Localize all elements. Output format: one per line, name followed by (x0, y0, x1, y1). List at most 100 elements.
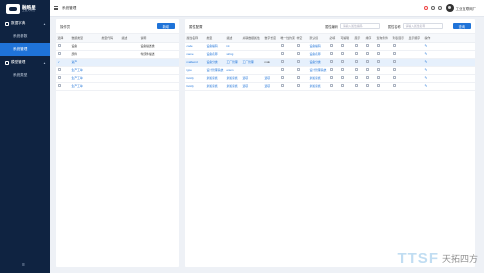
notnull-checkbox[interactable] (296, 44, 300, 47)
row-checkbox[interactable] (57, 52, 61, 55)
help-icon[interactable] (437, 6, 442, 10)
table-row[interactable]: 生产工单 (56, 82, 179, 91)
unique-checkbox[interactable] (280, 68, 284, 71)
table-row[interactable]: 部件 零部件描述 (56, 50, 179, 59)
display-checkbox[interactable] (354, 60, 358, 63)
column-header[interactable]: 默认值 (308, 34, 328, 43)
sort-checkbox[interactable] (365, 52, 369, 55)
column-header[interactable]: 类型代码 (100, 34, 120, 43)
query-checkbox[interactable] (376, 84, 380, 87)
list-checkbox[interactable] (392, 84, 396, 87)
nav-group-model-management[interactable]: 模型管理 ▲ (0, 56, 50, 69)
list-checkbox[interactable] (392, 44, 396, 47)
sort-checkbox[interactable] (365, 68, 369, 71)
required-checkbox[interactable] (329, 76, 333, 79)
column-header[interactable]: 必填 (328, 34, 339, 43)
table-row[interactable]: 生产工单 (56, 74, 179, 83)
display-checkbox[interactable] (354, 76, 358, 79)
edit-icon[interactable]: ✎ (425, 60, 428, 64)
table-row[interactable]: type 设计管理系统 enum 设计管理系统 ✎ (185, 66, 475, 75)
required-checkbox[interactable] (329, 52, 333, 55)
row-checkbox[interactable] (57, 84, 61, 87)
table-row[interactable]: name 设备名称 string 设备名称 ✎ (185, 50, 475, 59)
query-checkbox[interactable] (376, 44, 380, 47)
filter-code-input[interactable]: 请输入属性编码 (339, 23, 380, 29)
column-header[interactable]: 属性名称 (185, 34, 205, 43)
sidebar-item-system-params[interactable]: 系统参数 (0, 30, 50, 43)
column-header[interactable]: 非空 (295, 34, 308, 43)
display-checkbox[interactable] (354, 52, 358, 55)
display-checkbox[interactable] (354, 44, 358, 47)
list-checkbox[interactable] (392, 52, 396, 55)
edit-icon[interactable]: ✎ (425, 44, 428, 48)
sort-checkbox[interactable] (365, 76, 369, 79)
brand-logo[interactable]: 融略星 工业大平台 (0, 0, 50, 17)
editable-checkbox[interactable] (340, 44, 344, 47)
editable-checkbox[interactable] (340, 52, 344, 55)
sidebar-item-system-management[interactable]: 系统管理 (0, 43, 50, 56)
row-checkbox[interactable] (57, 68, 61, 71)
column-header[interactable]: 操作 (423, 34, 475, 43)
collapse-menu-icon[interactable]: ≡ (22, 262, 25, 268)
table-row[interactable]: 生产工单 (56, 66, 179, 75)
notnull-checkbox[interactable] (296, 52, 300, 55)
required-checkbox[interactable] (329, 68, 333, 71)
list-checkbox[interactable] (392, 76, 396, 79)
cell-name[interactable]: name (185, 50, 205, 59)
query-checkbox[interactable] (376, 68, 380, 71)
column-header[interactable]: 数据类型 (70, 34, 100, 43)
notnull-checkbox[interactable] (296, 68, 300, 71)
display-checkbox[interactable] (354, 84, 358, 87)
menu-toggle-icon[interactable] (54, 6, 58, 10)
table-row[interactable]: 设备 设备描述类 (56, 42, 179, 51)
table-row-selected[interactable]: mallword 设备分类 工厂管理 工厂管理 mdo 设备分类 ✎ (185, 58, 475, 67)
cell-name[interactable]: family (185, 82, 205, 91)
add-button[interactable]: 新增 (156, 22, 175, 30)
column-header[interactable]: 关联数据属性 (241, 34, 263, 43)
sidebar-item-system-type[interactable]: 系统类型 (0, 69, 50, 82)
avatar[interactable] (445, 4, 454, 12)
editable-checkbox[interactable] (340, 68, 344, 71)
unique-checkbox[interactable] (280, 52, 284, 55)
required-checkbox[interactable] (329, 60, 333, 63)
unique-checkbox[interactable] (280, 76, 284, 79)
cell-name[interactable]: mallword (185, 58, 205, 67)
settings-icon[interactable] (430, 6, 435, 10)
column-header[interactable]: 说明 (139, 34, 179, 43)
display-checkbox[interactable] (354, 68, 358, 71)
table-row[interactable]: family 隶属家族 隶属家族 选项 选项 隶属家族 ✎ (185, 74, 475, 83)
column-header[interactable]: 可编辑 (339, 34, 353, 43)
sort-checkbox[interactable] (365, 84, 369, 87)
column-header[interactable]: 显示顺序 (407, 34, 423, 43)
table-row-selected[interactable]: ✓ 资产 (56, 58, 179, 67)
user-name[interactable]: 工业互联网厂 (456, 6, 476, 11)
list-checkbox[interactable] (392, 68, 396, 71)
table-row[interactable]: family 隶属家族 隶属家族 选项 选项 隶属家族 ✎ (185, 82, 475, 91)
edit-icon[interactable]: ✎ (425, 68, 428, 72)
table-row[interactable]: code 设备编码 int 设备编码 ✎ (185, 42, 475, 51)
column-header[interactable]: 展示 (353, 34, 364, 43)
unique-checkbox[interactable] (280, 44, 284, 47)
row-checkbox[interactable] (57, 44, 61, 47)
column-header[interactable]: 选择 (56, 34, 70, 43)
column-header[interactable]: 描述 (225, 34, 241, 43)
column-header[interactable]: 描述 (120, 34, 139, 43)
query-checkbox[interactable] (376, 52, 380, 55)
edit-icon[interactable]: ✎ (425, 84, 428, 88)
sort-checkbox[interactable] (365, 44, 369, 47)
unique-checkbox[interactable] (280, 84, 284, 87)
cell-name[interactable]: family (185, 74, 205, 83)
column-header[interactable]: 数字长度 (263, 34, 279, 43)
edit-icon[interactable]: ✎ (425, 52, 428, 56)
column-header[interactable]: 查询条件 (375, 34, 391, 43)
column-header[interactable]: 唯一性约束 (279, 34, 295, 43)
editable-checkbox[interactable] (340, 76, 344, 79)
check-icon[interactable]: ✓ (58, 60, 61, 64)
nav-group-data-dictionary[interactable]: 数据字典 ▲ (0, 17, 50, 30)
unique-checkbox[interactable] (280, 60, 284, 63)
list-checkbox[interactable] (392, 60, 396, 63)
notification-icon[interactable] (423, 6, 428, 10)
sort-checkbox[interactable] (365, 60, 369, 63)
filter-name-input[interactable]: 请输入属性名称 (402, 23, 443, 29)
editable-checkbox[interactable] (340, 60, 344, 63)
